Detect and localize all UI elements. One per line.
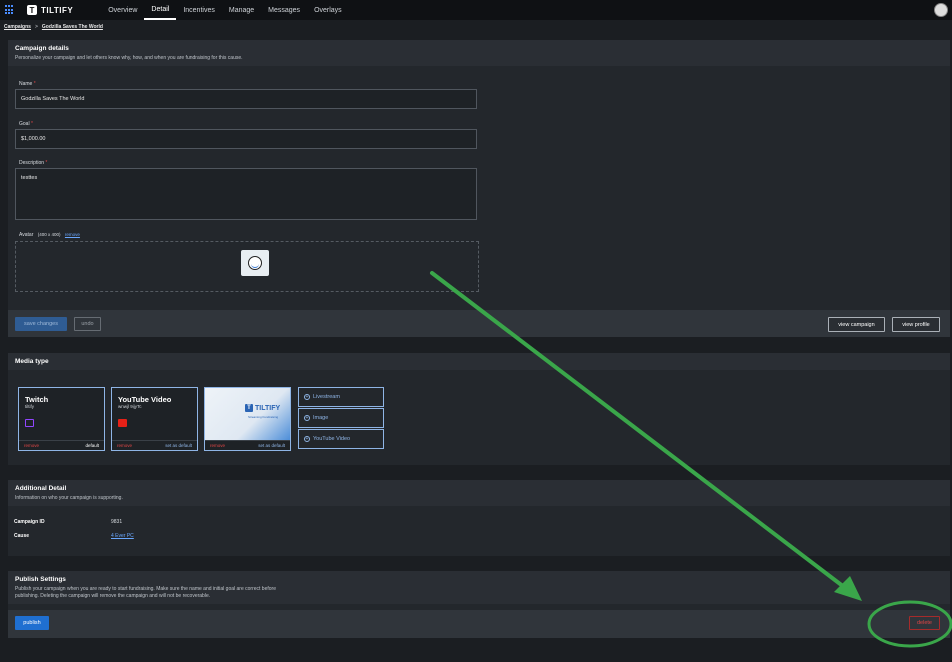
avatar-size-hint: (400 x 400) <box>37 232 61 237</box>
add-image-label: Image <box>313 415 329 421</box>
banner-logo-icon: T <box>245 404 253 412</box>
nav-detail[interactable]: Detail <box>144 0 177 20</box>
add-livestream-button[interactable]: + Livestream <box>298 387 384 407</box>
banner-logo: T TILTIFY <box>245 404 280 412</box>
media-card-image[interactable]: T TILTIFY Streaming Fundraising remove s… <box>204 387 291 451</box>
campaign-details-header: Campaign details Personalize your campai… <box>8 40 950 66</box>
add-image-button[interactable]: + Image <box>298 408 384 428</box>
breadcrumb: Campaigns > Godzilla Saves The World <box>4 24 103 30</box>
avatar-dropzone[interactable] <box>15 241 479 292</box>
campaign-id-label: Campaign ID <box>14 519 45 525</box>
top-nav-bar: T TILTIFY Overview Detail Incentives Man… <box>0 0 952 20</box>
nav-overlays[interactable]: Overlays <box>307 0 349 20</box>
section-title: Additional Detail <box>15 485 67 492</box>
brand-name: TILTIFY <box>41 5 74 15</box>
nav-incentives[interactable]: Incentives <box>176 0 222 20</box>
name-label-text: Name <box>19 81 33 87</box>
campaign-action-bar: save changes undo view campaign view pro… <box>8 310 950 337</box>
nav-overview[interactable]: Overview <box>101 0 144 20</box>
publish-settings-section: Publish Settings Publish your campaign w… <box>8 571 950 638</box>
media-type-section: Media type Twitch tiltify remove default… <box>8 353 950 465</box>
card-footer: remove default <box>19 440 104 450</box>
description-textarea[interactable]: testtes <box>15 168 477 220</box>
avatar-remove-link[interactable]: remove <box>65 232 80 237</box>
campaign-details-section: Campaign details Personalize your campai… <box>8 40 950 337</box>
banner-tagline: Streaming Fundraising <box>248 415 279 419</box>
breadcrumb-current[interactable]: Godzilla Saves The World <box>42 24 103 30</box>
cause-link[interactable]: 4 Ever PC <box>111 533 134 539</box>
plus-circle-icon: + <box>304 435 310 442</box>
view-profile-button[interactable]: view profile <box>892 317 940 332</box>
section-title: Media type <box>15 358 49 365</box>
add-youtube-video-label: YouTube Video <box>313 436 351 442</box>
avatar-face-icon <box>248 256 262 270</box>
section-subtitle-line-1: Publish your campaign when you are ready… <box>15 586 276 592</box>
required-mark: * <box>45 160 48 166</box>
section-subtitle-line-2: publishing. Deleting the campaign will r… <box>15 593 211 599</box>
breadcrumb-campaigns[interactable]: Campaigns <box>4 24 31 30</box>
card-title: YouTube Video <box>118 395 172 404</box>
card-subtitle: tiltify <box>25 404 34 409</box>
publish-button[interactable]: publish <box>15 616 49 630</box>
avatar-image <box>241 250 269 276</box>
media-card-youtube[interactable]: YouTube Video wnwjl 9ijyTc remove set as… <box>111 387 198 451</box>
twitch-icon <box>25 419 34 427</box>
publish-settings-header: Publish Settings Publish your campaign w… <box>8 571 950 604</box>
add-youtube-video-button[interactable]: + YouTube Video <box>298 429 384 449</box>
nav-manage[interactable]: Manage <box>222 0 261 20</box>
avatar-label-text: Avatar <box>19 232 34 238</box>
description-label: Description * <box>19 160 47 166</box>
goal-label-text: Goal <box>19 121 30 127</box>
add-livestream-label: Livestream <box>313 394 340 400</box>
publish-action-bar: publish delete <box>8 610 950 638</box>
tiltify-logo[interactable]: T TILTIFY <box>27 5 73 15</box>
app-grid-icon[interactable] <box>5 5 15 15</box>
save-changes-button[interactable]: save changes <box>15 317 67 331</box>
section-title: Campaign details <box>15 45 69 52</box>
additional-detail-section: Additional Detail Information on who you… <box>8 480 950 556</box>
view-campaign-button[interactable]: view campaign <box>828 317 885 332</box>
main-nav: Overview Detail Incentives Manage Messag… <box>101 0 348 20</box>
cause-label: Cause <box>14 533 30 539</box>
card-remove-button[interactable]: remove <box>117 443 132 448</box>
plus-circle-icon: + <box>304 393 310 400</box>
section-subtitle: Information on who your campaign is supp… <box>15 495 123 501</box>
delete-button[interactable]: delete <box>909 616 940 630</box>
banner-brand: TILTIFY <box>255 404 281 412</box>
card-remove-button[interactable]: remove <box>210 443 225 448</box>
card-footer: remove set as default <box>112 440 197 450</box>
name-label: Name * <box>19 81 36 87</box>
avatar-label: Avatar (400 x 400) remove <box>19 232 80 238</box>
additional-detail-header: Additional Detail Information on who you… <box>8 480 950 506</box>
card-title: Twitch <box>25 395 49 404</box>
undo-button[interactable]: undo <box>74 317 101 331</box>
tiltify-banner-image: T TILTIFY Streaming Fundraising <box>205 388 290 441</box>
user-avatar[interactable] <box>934 3 948 17</box>
card-subtitle: wnwjl 9ijyTc <box>118 404 142 409</box>
add-media-list: + Livestream + Image + YouTube Video <box>298 387 384 450</box>
youtube-icon <box>118 419 127 427</box>
goal-input[interactable]: $1,000.00 <box>15 129 477 149</box>
plus-circle-icon: + <box>304 414 310 421</box>
description-label-text: Description <box>19 160 45 166</box>
required-mark: * <box>33 81 36 87</box>
nav-messages[interactable]: Messages <box>261 0 307 20</box>
media-type-header: Media type <box>8 353 950 370</box>
card-footer: remove set as default <box>205 440 290 450</box>
tiltify-logo-icon: T <box>27 5 37 15</box>
card-default-badge: default <box>85 443 99 448</box>
section-title: Publish Settings <box>15 576 66 583</box>
section-subtitle: Personalize your campaign and let others… <box>15 55 243 61</box>
name-input[interactable]: Godzilla Saves The World <box>15 89 477 109</box>
card-set-default-button[interactable]: set as default <box>165 443 192 448</box>
card-remove-button[interactable]: remove <box>24 443 39 448</box>
goal-label: Goal * <box>19 121 33 127</box>
required-mark: * <box>30 121 33 127</box>
card-set-default-button[interactable]: set as default <box>258 443 285 448</box>
campaign-id-value: 9831 <box>111 519 123 525</box>
media-card-twitch[interactable]: Twitch tiltify remove default <box>18 387 105 451</box>
breadcrumb-separator: > <box>34 24 38 30</box>
